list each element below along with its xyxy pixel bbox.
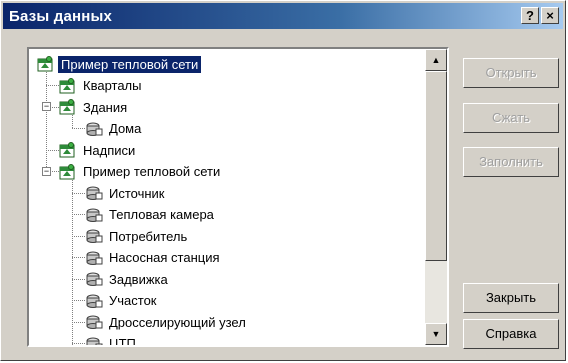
open-button[interactable]: Открыть xyxy=(463,58,559,88)
tree-item-label: Здания xyxy=(83,99,128,115)
tree-item[interactable]: Насосная станция xyxy=(85,247,223,269)
object-type-icon xyxy=(85,121,103,137)
collapse-toggle-icon[interactable]: − xyxy=(42,166,51,176)
object-type-icon xyxy=(85,185,103,201)
vertical-scrollbar[interactable]: ▲ ▼ xyxy=(425,49,447,345)
object-type-icon xyxy=(85,336,103,345)
tree-item[interactable]: Потребитель xyxy=(85,225,190,247)
help-dialog-button[interactable]: Справка xyxy=(463,319,559,349)
arrow-down-icon: ▼ xyxy=(431,329,441,339)
tree-item[interactable]: Задвижка xyxy=(85,268,171,290)
tree-item-label: Участок xyxy=(109,293,157,308)
tree-item-label: Тепловая камера xyxy=(109,207,214,222)
window-title: Базы данных xyxy=(9,7,113,25)
object-type-icon xyxy=(85,271,103,287)
tree-item[interactable]: Дома xyxy=(85,118,144,140)
object-type-icon xyxy=(85,207,103,223)
tree-item[interactable]: Источник xyxy=(85,182,168,204)
object-type-icon xyxy=(85,228,103,244)
tree-item-label: Надписи xyxy=(83,142,136,158)
tree-item-label: Задвижка xyxy=(109,271,168,287)
scroll-thumb[interactable] xyxy=(425,71,447,261)
tree-connector-line xyxy=(72,235,85,237)
tree-connector-line xyxy=(72,214,85,216)
tree-item-label: Насосная станция xyxy=(109,250,220,265)
table-icon xyxy=(59,77,77,94)
tree-item[interactable]: Здания xyxy=(59,96,130,118)
tree-item-label: Дома xyxy=(109,121,142,136)
tree-item-label: ЦТП xyxy=(109,336,136,345)
collapse-toggle-icon[interactable]: − xyxy=(42,102,51,112)
close-button[interactable]: Закрыть xyxy=(463,283,559,313)
close-icon: × xyxy=(546,8,554,23)
tree-item-label: Потребитель xyxy=(109,228,188,244)
tree-connector-line xyxy=(72,300,85,302)
tree-item[interactable]: Надписи xyxy=(59,139,138,161)
tree-connector-line xyxy=(72,257,85,259)
tree-item-label: Источник xyxy=(109,185,165,201)
table-icon xyxy=(59,142,77,158)
tree-connector-line xyxy=(72,343,85,345)
table-icon xyxy=(59,99,77,115)
tree-item[interactable]: ЦТП xyxy=(85,333,139,345)
database-dialog: Базы данных ? × Пример тепловой сети Квар… xyxy=(0,0,566,361)
help-button[interactable]: ? xyxy=(521,7,539,24)
tree-item[interactable]: Пример тепловой сети xyxy=(37,53,202,75)
tree-connector-line xyxy=(46,149,59,151)
object-type-icon xyxy=(85,250,103,266)
tree-connector-line xyxy=(72,278,85,280)
object-type-icon xyxy=(85,314,103,330)
tree-item[interactable]: Тепловая камера xyxy=(85,204,217,226)
tree-item[interactable]: Кварталы xyxy=(59,75,144,97)
tree-connector-line xyxy=(72,321,85,323)
scroll-down-button[interactable]: ▼ xyxy=(425,323,447,345)
tree-item-label: Пример тепловой сети xyxy=(58,55,202,73)
tree-connector-line xyxy=(46,85,59,87)
tree-item[interactable]: Участок xyxy=(85,290,160,312)
compress-button[interactable]: Сжать xyxy=(463,103,559,133)
tree-item[interactable]: Пример тепловой сети xyxy=(59,161,223,183)
database-tree[interactable]: Пример тепловой сети Кварталы Здания − Дома Н… xyxy=(27,47,449,347)
fill-button[interactable]: Заполнить xyxy=(463,147,559,177)
tree-connector-line xyxy=(72,192,85,194)
close-window-button[interactable]: × xyxy=(541,7,559,24)
tree-connector-line xyxy=(72,177,73,345)
arrow-up-icon: ▲ xyxy=(431,55,441,65)
table-icon xyxy=(59,163,77,180)
object-type-icon xyxy=(85,293,103,309)
tree-connector-line xyxy=(72,128,85,130)
tree-content: Пример тепловой сети Кварталы Здания − Дома Н… xyxy=(29,49,425,345)
tree-item-label: Дросселирующий узел xyxy=(109,314,246,330)
title-bar[interactable]: Базы данных ? × xyxy=(3,3,563,29)
help-icon: ? xyxy=(526,8,534,23)
tree-item-label: Кварталы xyxy=(83,78,142,93)
tree-item-label: Пример тепловой сети xyxy=(83,164,221,179)
scroll-up-button[interactable]: ▲ xyxy=(425,49,447,71)
tree-item[interactable]: Дросселирующий узел xyxy=(85,311,249,333)
database-icon xyxy=(37,56,55,72)
